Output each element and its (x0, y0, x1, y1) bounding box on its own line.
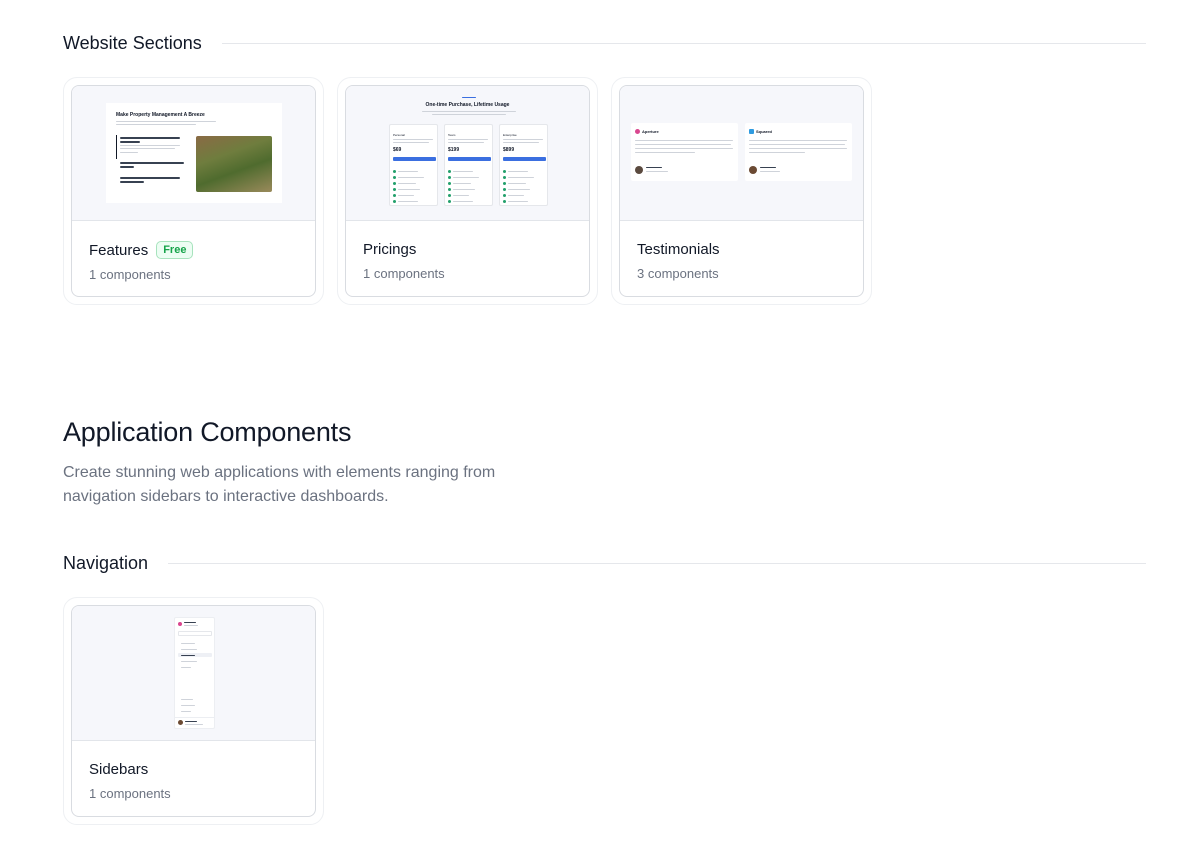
avatar (749, 166, 757, 174)
card-preview-image: Aperture Squared (620, 86, 863, 221)
plan-card: Personal $69 (389, 124, 438, 206)
preview-headline: Make Property Management A Breeze (116, 112, 205, 118)
plan-card: Enterprise $899 (499, 124, 548, 206)
section-header-navigation: Navigation (63, 553, 1146, 574)
logo-icon (178, 622, 182, 626)
page-description: Create stunning web applications with el… (63, 464, 496, 505)
component-count: 1 components (89, 267, 171, 282)
component-card-pricings[interactable]: One-time Purchase, Lifetime Usage Person… (337, 77, 598, 305)
card-title: Pricings (363, 241, 417, 258)
card-title: Testimonials (637, 241, 720, 258)
divider (221, 43, 1146, 44)
testimonial-preview: Aperture (631, 123, 738, 181)
squared-logo-icon (749, 129, 754, 134)
free-badge: Free (156, 241, 194, 259)
section-header-website-sections: Website Sections (63, 33, 1146, 54)
section-title: Navigation (63, 553, 149, 573)
features-preview-panel: Make Property Management A Breeze (106, 103, 282, 203)
page-title: Application Components (63, 417, 352, 447)
component-card-features[interactable]: Make Property Management A Breeze Featur… (63, 77, 324, 305)
testimonial-preview: Squared (745, 123, 852, 181)
component-count: 1 components (363, 266, 445, 281)
landscape-image (196, 136, 272, 192)
card-title: Sidebars (89, 761, 149, 778)
plan-card: Team $199 (444, 124, 493, 206)
card-preview-image: Make Property Management A Breeze (72, 86, 315, 221)
card-preview-image: One-time Purchase, Lifetime Usage Person… (346, 86, 589, 221)
section-title: Website Sections (63, 33, 202, 53)
sidebar-preview (174, 617, 215, 729)
component-count: 3 components (637, 266, 719, 281)
component-card-testimonials[interactable]: Aperture Squared Testimonials 3 componen… (611, 77, 872, 305)
component-card-sidebars[interactable]: Sidebars 1 components (63, 597, 324, 825)
card-title: Features (89, 241, 149, 259)
preview-headline: One-time Purchase, Lifetime Usage (425, 102, 510, 108)
aperture-logo-icon (635, 129, 640, 134)
component-count: 1 components (89, 786, 171, 801)
avatar (178, 720, 183, 725)
card-preview-image (72, 606, 315, 741)
divider (168, 563, 1146, 564)
avatar (635, 166, 643, 174)
